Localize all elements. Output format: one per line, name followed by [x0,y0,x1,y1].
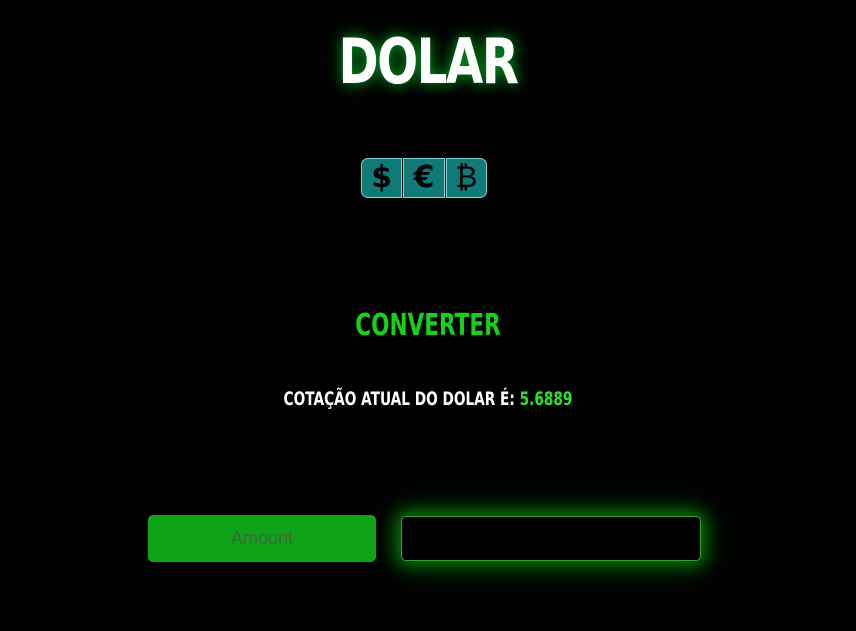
converter-heading: CONVERTER [355,308,501,343]
exchange-rate-label: COTAÇÃO ATUAL DO DOLAR É: [283,388,520,410]
euro-icon[interactable]: € [403,158,445,198]
result-field[interactable] [401,516,701,561]
amount-input[interactable] [148,515,376,562]
dollar-icon[interactable]: $ [361,158,403,198]
page-title: DOLAR [338,25,519,98]
exchange-rate-value: 5.6889 [519,388,573,410]
currency-selector: $ € ₿ [361,158,487,198]
exchange-rate-line: COTAÇÃO ATUAL DO DOLAR É: 5.6889 [120,386,736,412]
bitcoin-icon[interactable]: ₿ [445,158,487,198]
